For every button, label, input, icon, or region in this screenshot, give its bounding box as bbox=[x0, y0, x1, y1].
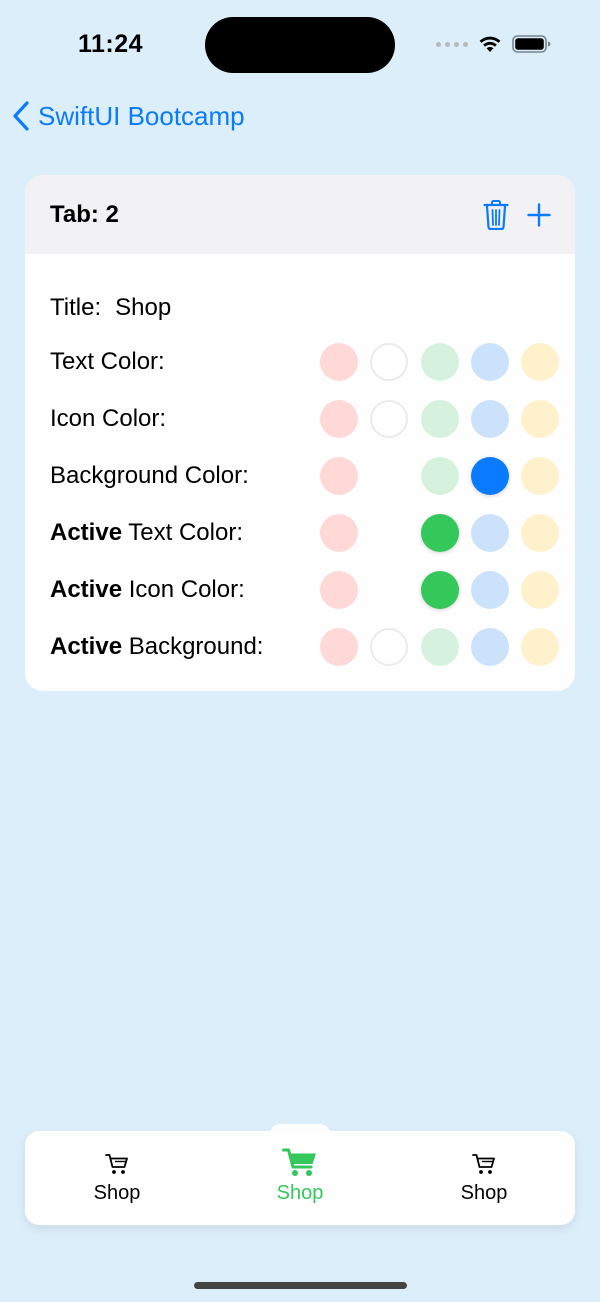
color-swatch[interactable] bbox=[521, 457, 559, 495]
color-swatch[interactable] bbox=[320, 400, 358, 438]
status-time: 11:24 bbox=[78, 30, 144, 58]
color-row-label-bold: Active bbox=[50, 633, 123, 660]
tab-editor-card: Tab: 2 Title: Te bbox=[25, 175, 575, 691]
cart-icon bbox=[472, 1154, 495, 1174]
chevron-left-icon bbox=[13, 101, 29, 131]
color-swatch[interactable] bbox=[421, 343, 459, 381]
color-swatches bbox=[320, 399, 560, 439]
color-swatch[interactable] bbox=[320, 514, 358, 552]
color-swatches bbox=[320, 513, 560, 553]
card-header: Tab: 2 bbox=[25, 175, 575, 254]
color-row-label: Icon Color: bbox=[50, 405, 166, 433]
color-swatch[interactable] bbox=[471, 628, 509, 666]
color-swatches bbox=[320, 342, 560, 382]
battery-icon bbox=[512, 34, 552, 54]
color-swatch[interactable] bbox=[471, 457, 509, 495]
color-row-label: Background Color: bbox=[50, 462, 249, 490]
wifi-icon bbox=[478, 35, 502, 53]
title-field-label: Title: bbox=[50, 294, 102, 321]
back-button[interactable]: SwiftUI Bootcamp bbox=[12, 98, 245, 134]
color-swatch[interactable] bbox=[521, 514, 559, 552]
add-tab-button[interactable] bbox=[527, 202, 551, 227]
status-icons bbox=[436, 32, 552, 56]
dynamic-island bbox=[205, 17, 395, 73]
trash-icon bbox=[483, 199, 509, 230]
delete-tab-button[interactable] bbox=[483, 199, 509, 230]
color-row-label: Text Color: bbox=[50, 348, 165, 376]
color-row: Active Text Color: bbox=[50, 512, 560, 554]
color-swatch[interactable] bbox=[320, 343, 358, 381]
tab-item-3[interactable]: Shop bbox=[424, 1131, 544, 1225]
plus-icon bbox=[527, 202, 551, 227]
color-row-label: Active Background: bbox=[50, 633, 263, 661]
color-swatch[interactable] bbox=[421, 514, 459, 552]
title-field-row: Title: bbox=[50, 288, 416, 328]
tab-bar: Shop Shop Shop bbox=[25, 1131, 575, 1225]
home-indicator bbox=[194, 1282, 407, 1289]
tab-item-1[interactable]: Shop bbox=[57, 1131, 177, 1225]
color-row: Active Icon Color: bbox=[50, 569, 560, 611]
color-row-label-bold: Active bbox=[50, 519, 123, 546]
color-row: Icon Color: bbox=[50, 398, 560, 440]
color-row: Active Background: bbox=[50, 626, 560, 668]
tab-label-2: Shop bbox=[276, 1182, 324, 1204]
tab-label-1: Shop bbox=[93, 1182, 141, 1204]
back-label: SwiftUI Bootcamp bbox=[38, 100, 245, 131]
color-swatch[interactable] bbox=[421, 571, 459, 609]
color-swatch[interactable] bbox=[421, 457, 459, 495]
color-swatch[interactable] bbox=[471, 571, 509, 609]
color-swatch[interactable] bbox=[370, 343, 408, 381]
card-title: Tab: 2 bbox=[50, 200, 119, 228]
color-swatch[interactable] bbox=[471, 400, 509, 438]
color-row-label-text: Background: bbox=[122, 633, 264, 660]
color-row: Background Color: bbox=[50, 455, 560, 497]
color-swatch[interactable] bbox=[421, 628, 459, 666]
color-swatches bbox=[320, 627, 560, 667]
tab-item-2[interactable]: Shop bbox=[240, 1131, 360, 1225]
color-swatch[interactable] bbox=[471, 514, 509, 552]
cart-icon bbox=[282, 1148, 316, 1176]
color-row-label-text: Text Color: bbox=[50, 348, 165, 375]
cart-icon bbox=[105, 1154, 128, 1174]
color-row-label-text: Background Color: bbox=[50, 462, 249, 489]
title-input[interactable] bbox=[115, 294, 416, 322]
tab-label-3: Shop bbox=[460, 1182, 508, 1204]
color-row-label: Active Icon Color: bbox=[50, 576, 245, 604]
color-row-label-text: Icon Color: bbox=[122, 576, 245, 603]
color-swatch[interactable] bbox=[370, 628, 408, 666]
color-row: Text Color: bbox=[50, 341, 560, 383]
color-row-label: Active Text Color: bbox=[50, 519, 243, 547]
color-swatch[interactable] bbox=[471, 343, 509, 381]
color-swatch[interactable] bbox=[320, 457, 358, 495]
color-swatches bbox=[320, 570, 560, 610]
color-swatch[interactable] bbox=[320, 571, 358, 609]
color-row-label-bold: Active bbox=[50, 576, 123, 603]
color-swatches bbox=[320, 456, 560, 496]
color-row-label-text: Text Color: bbox=[122, 519, 243, 546]
color-swatch[interactable] bbox=[521, 400, 559, 438]
color-swatch[interactable] bbox=[320, 628, 358, 666]
color-row-label-text: Icon Color: bbox=[50, 405, 167, 432]
color-swatch[interactable] bbox=[521, 571, 559, 609]
color-swatch[interactable] bbox=[521, 343, 559, 381]
header-actions bbox=[483, 199, 551, 230]
color-swatch[interactable] bbox=[370, 400, 408, 438]
cellular-signal-icon bbox=[436, 41, 468, 47]
color-swatch[interactable] bbox=[521, 628, 559, 666]
color-swatch[interactable] bbox=[421, 400, 459, 438]
